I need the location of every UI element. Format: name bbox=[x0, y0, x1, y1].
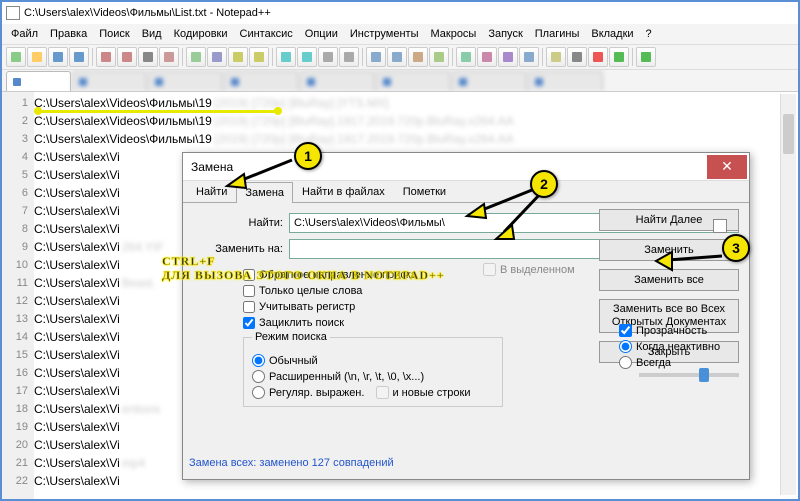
sync-v-icon[interactable] bbox=[366, 47, 386, 67]
tab-active[interactable] bbox=[6, 71, 71, 91]
cut-icon[interactable] bbox=[159, 47, 179, 67]
transp-always-radio[interactable] bbox=[619, 356, 632, 369]
wrap-label: Зациклить поиск bbox=[259, 317, 344, 329]
menu-item[interactable]: Вкладки bbox=[586, 26, 638, 42]
transparency-label: Прозрачность bbox=[636, 325, 707, 337]
transp-always-label: Всегда bbox=[636, 357, 671, 369]
menu-item[interactable]: Поиск bbox=[94, 26, 134, 42]
find-icon[interactable] bbox=[276, 47, 296, 67]
newline-label: и новые строки bbox=[392, 387, 470, 399]
tab[interactable] bbox=[224, 71, 299, 91]
toolbar bbox=[2, 44, 798, 70]
monitor-icon[interactable] bbox=[567, 47, 587, 67]
annotation-hint-1: CTRL+F bbox=[162, 254, 216, 269]
match-case-label: Учитывать регистр bbox=[259, 301, 355, 313]
transparency-group: Прозрачность Когда неактивно Всегда bbox=[619, 324, 739, 377]
open-icon[interactable] bbox=[27, 47, 47, 67]
menu-item[interactable]: Вид bbox=[137, 26, 167, 42]
transp-inactive-label: Когда неактивно bbox=[636, 341, 720, 353]
doc-map-icon[interactable] bbox=[498, 47, 518, 67]
replace-icon[interactable] bbox=[297, 47, 317, 67]
app-icon bbox=[6, 6, 20, 20]
redo-icon[interactable] bbox=[249, 47, 269, 67]
sync-h-icon[interactable] bbox=[387, 47, 407, 67]
annotation-marker-3: 3 bbox=[722, 234, 750, 262]
match-case-checkbox[interactable] bbox=[243, 301, 255, 313]
annotation-marker-1: 1 bbox=[294, 142, 322, 170]
chars-icon[interactable] bbox=[429, 47, 449, 67]
wrap-icon[interactable] bbox=[408, 47, 428, 67]
menu-item[interactable]: Макросы bbox=[425, 26, 481, 42]
menubar: ФайлПравкаПоискВидКодировкиСинтаксисОпци… bbox=[2, 24, 798, 44]
tab[interactable] bbox=[528, 71, 603, 91]
dialog-tab[interactable]: Найти в файлах bbox=[293, 181, 394, 202]
dialog-tab[interactable]: Пометки bbox=[394, 181, 455, 202]
annotation-arrow-1 bbox=[222, 152, 302, 192]
annotation-marker-2: 2 bbox=[530, 170, 558, 198]
new-file-icon[interactable] bbox=[6, 47, 26, 67]
lang-icon[interactable] bbox=[477, 47, 497, 67]
annotation-hint-2: ДЛЯ ВЫЗОВА ЭТОГО ОКНА В NOTEPAD++ bbox=[162, 268, 445, 283]
transparency-slider[interactable] bbox=[639, 373, 739, 377]
copy-icon[interactable] bbox=[186, 47, 206, 67]
close-all-icon[interactable] bbox=[117, 47, 137, 67]
find-next-extra-checkbox[interactable] bbox=[713, 219, 727, 233]
menu-item[interactable]: Кодировки bbox=[169, 26, 233, 42]
whole-word-checkbox[interactable] bbox=[243, 285, 255, 297]
mode-extended-radio[interactable] bbox=[252, 370, 265, 383]
window-title: C:\Users\alex\Videos\Фильмы\List.txt - N… bbox=[24, 7, 271, 19]
mode-extended-label: Расширенный (\n, \r, \t, \0, \x...) bbox=[269, 371, 424, 383]
search-mode-legend: Режим поиска bbox=[252, 331, 330, 343]
save-icon[interactable] bbox=[48, 47, 68, 67]
wrap-checkbox[interactable] bbox=[243, 317, 255, 329]
indent-icon[interactable] bbox=[456, 47, 476, 67]
func-list-icon[interactable] bbox=[519, 47, 539, 67]
dialog-close-button[interactable]: ✕ bbox=[707, 155, 747, 179]
save-all-icon[interactable] bbox=[69, 47, 89, 67]
folder-icon[interactable] bbox=[546, 47, 566, 67]
window-titlebar: C:\Users\alex\Videos\Фильмы\List.txt - N… bbox=[2, 2, 798, 24]
paste-icon[interactable] bbox=[207, 47, 227, 67]
play-multi-icon[interactable] bbox=[636, 47, 656, 67]
undo-icon[interactable] bbox=[228, 47, 248, 67]
record-icon[interactable] bbox=[588, 47, 608, 67]
menu-item[interactable]: Синтаксис bbox=[235, 26, 298, 42]
tab-strip bbox=[2, 70, 798, 92]
mode-normal-label: Обычный bbox=[269, 355, 318, 367]
annotation-underline bbox=[38, 110, 278, 113]
in-selection-checkbox bbox=[483, 263, 496, 276]
find-label: Найти: bbox=[193, 217, 283, 229]
transparency-checkbox[interactable] bbox=[619, 324, 632, 337]
menu-item[interactable]: Опции bbox=[300, 26, 343, 42]
newline-checkbox bbox=[376, 386, 389, 399]
mode-regex-radio[interactable] bbox=[252, 386, 265, 399]
menu-item[interactable]: ? bbox=[641, 26, 657, 42]
print-icon[interactable] bbox=[138, 47, 158, 67]
mode-normal-radio[interactable] bbox=[252, 354, 265, 367]
menu-item[interactable]: Инструменты bbox=[345, 26, 424, 42]
tab[interactable] bbox=[148, 71, 223, 91]
tab[interactable] bbox=[452, 71, 527, 91]
tab[interactable] bbox=[72, 71, 147, 91]
close-icon[interactable] bbox=[96, 47, 116, 67]
vertical-scrollbar[interactable] bbox=[780, 94, 796, 495]
zoom-out-icon[interactable] bbox=[339, 47, 359, 67]
tab[interactable] bbox=[376, 71, 451, 91]
menu-item[interactable]: Файл bbox=[6, 26, 43, 42]
menu-item[interactable]: Плагины bbox=[530, 26, 585, 42]
transp-inactive-radio[interactable] bbox=[619, 340, 632, 353]
menu-item[interactable]: Правка bbox=[45, 26, 92, 42]
in-selection-label: В выделенном bbox=[500, 264, 575, 276]
play-icon[interactable] bbox=[609, 47, 629, 67]
zoom-in-icon[interactable] bbox=[318, 47, 338, 67]
menu-item[interactable]: Запуск bbox=[483, 26, 527, 42]
dialog-status: Замена всех: заменено 127 совпадений bbox=[189, 457, 394, 475]
tab[interactable] bbox=[300, 71, 375, 91]
line-gutter: 12345678910111213141516171819202122 bbox=[2, 92, 34, 499]
whole-word-label: Только целые слова bbox=[259, 285, 362, 297]
search-mode-group: Режим поиска Обычный Расширенный (\n, \r… bbox=[243, 337, 503, 407]
annotation-arrow-3 bbox=[650, 246, 730, 276]
mode-regex-label: Регуляр. выражен. bbox=[269, 387, 364, 399]
